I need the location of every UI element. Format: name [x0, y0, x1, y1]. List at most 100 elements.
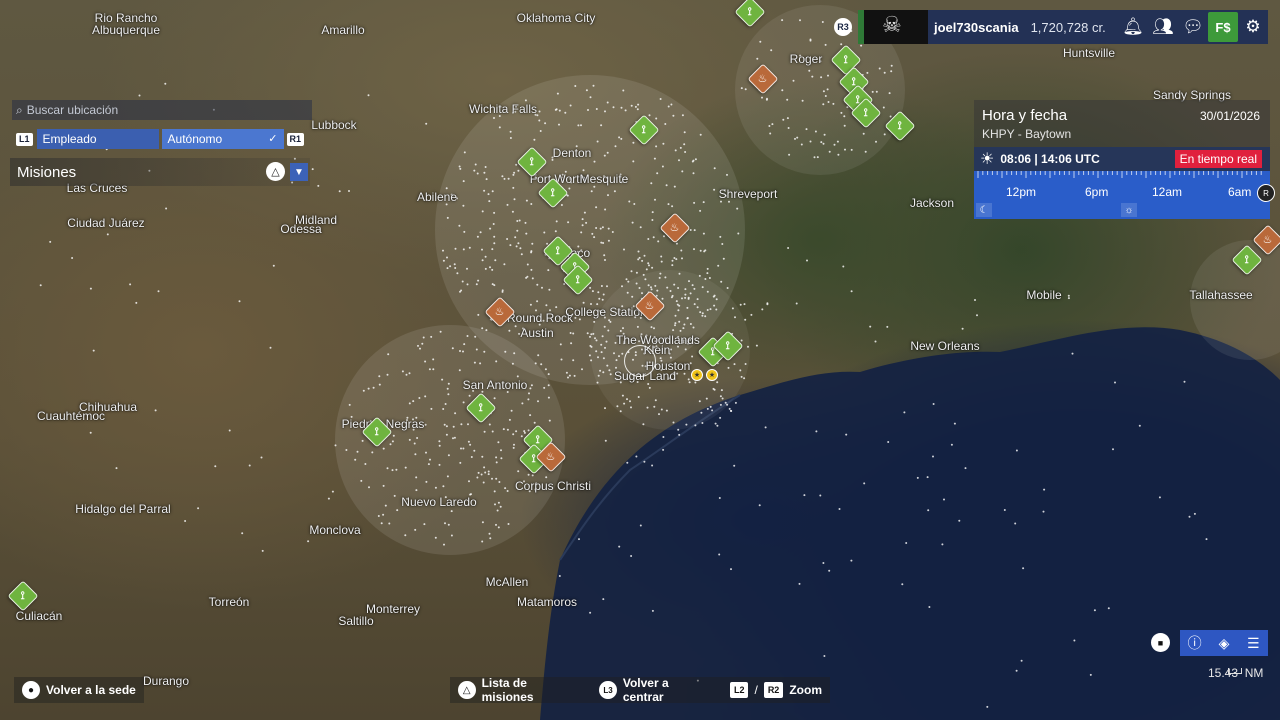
- search-input[interactable]: [26, 103, 297, 117]
- airport-dot: [164, 82, 167, 85]
- airport-dot: [565, 371, 568, 374]
- airport-dot: [621, 394, 624, 397]
- time-panel-date: 30/01/2026: [1199, 109, 1260, 123]
- airport-dot: [477, 313, 480, 316]
- airport-dot: [413, 442, 416, 445]
- airport-dot: [453, 436, 456, 439]
- bell-icon[interactable]: 🔔︎: [1118, 10, 1148, 44]
- airport-dot: [765, 98, 768, 101]
- airport-dot: [462, 350, 464, 353]
- airport-dot: [388, 522, 391, 525]
- mission-list-hint[interactable]: Lista de misiones: [482, 676, 580, 704]
- airport-dot: [377, 515, 380, 517]
- city-label: Wichita Falls: [468, 102, 538, 116]
- airport-dot: [506, 203, 509, 206]
- airport-dot: [652, 236, 655, 239]
- realtime-button[interactable]: En tiempo real: [1174, 150, 1262, 168]
- info-icon[interactable]: ⓘ: [1180, 630, 1209, 656]
- airport-dot: [529, 414, 532, 417]
- airport-dot: [620, 137, 623, 140]
- airport-dot: [525, 232, 528, 235]
- airport-dot: [842, 265, 845, 268]
- airport-dot: [582, 169, 585, 172]
- airport-dot: [694, 424, 697, 427]
- airport-dot: [479, 231, 482, 234]
- airport-dot: [696, 306, 699, 309]
- airport-dot: [814, 130, 817, 133]
- airport-dot: [529, 387, 532, 390]
- airport-dot: [692, 326, 695, 329]
- airport-dot: [647, 284, 650, 287]
- airport-dot: [662, 448, 665, 451]
- tab-empleado[interactable]: Empleado: [36, 129, 159, 149]
- shop-icon[interactable]: F$: [1208, 12, 1238, 42]
- airport-dot: [417, 344, 419, 347]
- base-marker[interactable]: ★: [691, 369, 703, 381]
- airport-dot: [527, 398, 530, 401]
- recenter-hint[interactable]: Volver a centrar: [623, 676, 711, 704]
- airport-dot: [678, 272, 681, 275]
- airport-dot: [361, 439, 364, 442]
- zoom-hint[interactable]: Zoom: [789, 683, 822, 697]
- back-to-base-hint[interactable]: ● Volver a la sede: [14, 677, 144, 703]
- airport-dot: [442, 408, 445, 410]
- airport-dot: [481, 521, 484, 524]
- airport-dot: [423, 523, 426, 526]
- airport-dot: [794, 137, 796, 140]
- friends-icon[interactable]: 👥︎: [1148, 10, 1178, 44]
- airport-dot: [568, 374, 571, 377]
- airport-dot: [832, 102, 835, 105]
- airport-dot: [391, 469, 394, 472]
- city-label: Odessa: [280, 222, 322, 236]
- avatar[interactable]: ☠: [858, 10, 928, 44]
- airport-dot: [462, 248, 465, 251]
- airport-dot: [928, 606, 931, 608]
- filter-icon[interactable]: ☰: [1239, 630, 1268, 656]
- city-label: Jackson: [909, 196, 955, 210]
- airport-dot: [531, 242, 534, 245]
- airport-dot: [438, 440, 441, 443]
- layers-icon[interactable]: ◈: [1209, 630, 1238, 656]
- square-button-icon[interactable]: ■: [1151, 633, 1170, 652]
- airport-dot: [495, 461, 498, 464]
- airport-dot: [733, 464, 736, 467]
- airport-dot: [513, 443, 515, 446]
- airport-dot: [495, 360, 498, 363]
- airport-dot: [442, 485, 445, 488]
- airport-dot: [476, 172, 479, 175]
- chevron-down-icon[interactable]: ▼: [290, 163, 308, 181]
- airport-dot: [677, 309, 680, 312]
- airport-dot: [624, 109, 627, 112]
- airport-dot: [654, 284, 657, 287]
- airport-dot: [446, 216, 449, 219]
- airport-dot: [635, 271, 638, 274]
- airport-dot: [474, 163, 477, 166]
- airport-dot: [425, 122, 428, 125]
- airport-dot: [1067, 297, 1070, 300]
- airport-dot: [408, 402, 411, 405]
- airport-dot: [493, 397, 496, 400]
- wheat-icon: ⟟: [20, 589, 26, 602]
- airport-dot: [720, 280, 723, 283]
- airport-dot: [636, 325, 639, 328]
- airport-dot: [512, 173, 515, 176]
- sun-icon: ☼: [1121, 203, 1137, 217]
- tab-autonomo[interactable]: Autónomo ✓: [161, 129, 284, 149]
- airport-dot: [699, 311, 702, 314]
- base-marker[interactable]: ★: [706, 369, 718, 381]
- time-slider[interactable]: 12pm 6pm 12am 6am ☾ ☼: [974, 171, 1270, 219]
- airport-dot: [660, 408, 663, 411]
- airport-dot: [386, 373, 389, 376]
- airport-dot: [452, 437, 454, 440]
- airport-dot: [637, 103, 640, 106]
- airport-dot: [665, 409, 668, 412]
- airport-dot: [489, 266, 491, 269]
- airport-dot: [601, 298, 604, 301]
- airport-dot: [479, 362, 482, 365]
- chat-icon[interactable]: 💬︎: [1178, 10, 1208, 44]
- airport-dot: [507, 523, 510, 525]
- airport-dot: [719, 235, 722, 238]
- airport-dot: [602, 242, 605, 244]
- airport-dot: [603, 154, 606, 157]
- gear-icon[interactable]: ⚙: [1238, 10, 1268, 44]
